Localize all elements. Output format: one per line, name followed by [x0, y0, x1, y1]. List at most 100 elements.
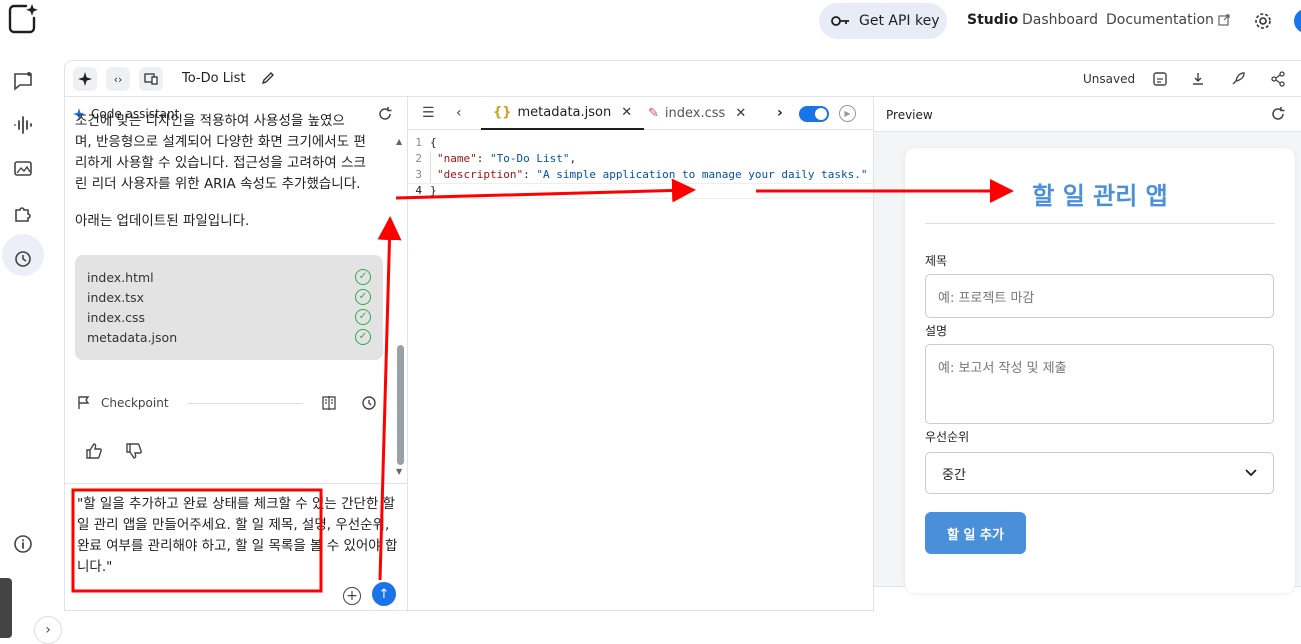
line-number: 2 [415, 152, 422, 165]
preview-toggle[interactable] [799, 106, 829, 122]
tab-label: metadata.json [517, 105, 612, 120]
expand-sidebar-chevron-icon[interactable]: › [34, 616, 62, 644]
json-value: "To-Do List" [490, 152, 570, 165]
nav-studio[interactable]: Studio [967, 12, 1018, 28]
code-line: 1 { [408, 135, 873, 151]
sparkle-mode-button[interactable] [73, 67, 97, 91]
workspace: ‹› To-Do List Unsaved Code assistant 조건에… [64, 60, 1301, 612]
check-circle-icon: ✓ [355, 329, 371, 345]
line-number: 4 [415, 184, 422, 197]
prompt-input[interactable]: "할 일을 추가하고 완료 상태를 체크할 수 있는 간단한 할 일 관리 앱을… [77, 494, 399, 578]
device-view-button[interactable] [139, 67, 163, 91]
file-row[interactable]: index.css ✓ [87, 307, 371, 327]
code-content[interactable]: 1 { 2 "name": "To-Do List", 3 "descripti… [408, 135, 873, 199]
restore-history-icon[interactable] [361, 395, 377, 411]
response-line: 린 리더 사용자를 위한 ARIA 속성도 추가했습니다. [75, 176, 361, 192]
send-arrow-up-button[interactable]: ↑ [372, 582, 396, 606]
thumbs-up-icon[interactable] [85, 442, 103, 460]
json-sep: : [523, 168, 537, 181]
add-todo-button[interactable]: 할 일 추가 [925, 512, 1026, 554]
get-api-key-label: Get API key [859, 13, 940, 29]
studio-logo-icon[interactable] [6, 2, 38, 34]
code-line: 2 "name": "To-Do List", [408, 151, 873, 167]
file-name: metadata.json [87, 329, 178, 345]
file-list-menu-icon[interactable]: ☰ [422, 105, 435, 121]
chevron-right-icon[interactable]: › [777, 105, 783, 121]
run-play-icon[interactable]: ▶ [839, 105, 856, 122]
close-tab-icon[interactable]: ✕ [735, 106, 746, 121]
css-pen-icon: ✎ [648, 106, 659, 121]
chat-prompt-icon[interactable] [12, 70, 34, 92]
key-icon [831, 16, 849, 26]
check-circle-icon: ✓ [355, 269, 371, 285]
scroll-thumb[interactable] [397, 345, 404, 465]
refresh-preview-icon[interactable] [1270, 106, 1286, 122]
save-status: Unsaved [1083, 72, 1136, 86]
preview-canvas: 할 일 관리 앱 제목 예: 프로젝트 마감 설명 예: 보고서 작성 및 제출… [874, 131, 1301, 593]
nav-dashboard[interactable]: Dashboard [1022, 12, 1098, 28]
flag-icon [78, 396, 90, 409]
deploy-rocket-icon[interactable] [1230, 71, 1246, 87]
add-attachment-plus-icon[interactable]: + [343, 587, 361, 605]
file-name: index.html [87, 269, 154, 285]
sparkle-icon [78, 72, 92, 86]
code-text: } [430, 183, 437, 199]
share-icon[interactable] [1270, 71, 1286, 87]
prompt-input-area[interactable]: "할 일을 추가하고 완료 상태를 체크할 수 있는 간단한 할 일 관리 앱을… [65, 483, 407, 612]
title-input[interactable]: 예: 프로젝트 마감 [925, 274, 1274, 318]
open-brace: { [430, 136, 437, 149]
description-label: 설명 [925, 324, 948, 338]
tab-index-css[interactable]: ✎ index.css ✕ [648, 97, 746, 130]
heading-divider [925, 223, 1275, 224]
response-paragraph: 조건에 맞는 디자인을 적용하여 사용성을 높였으 며, 반응형으로 설계되어 … [75, 111, 381, 195]
title-label: 제목 [925, 254, 948, 268]
json-value: "A simple application to manage your dai… [536, 168, 868, 181]
code-view-button[interactable]: ‹› [106, 67, 130, 91]
thumbs-down-icon[interactable] [125, 442, 143, 460]
history-icon[interactable] [12, 248, 34, 270]
edit-title-pencil-icon[interactable] [261, 71, 275, 85]
info-icon[interactable] [12, 533, 34, 555]
scroll-up-arrow-icon[interactable]: ▲ [396, 137, 402, 146]
response-line: 며, 반응형으로 설계되어 다양한 화면 크기에서도 편 [75, 134, 366, 150]
get-api-key-button[interactable]: Get API key [819, 3, 947, 39]
updated-files-list: index.html ✓ index.tsx ✓ index.css ✓ metada… [75, 255, 383, 360]
file-row[interactable]: index.html ✓ [87, 267, 371, 287]
audio-wave-icon[interactable] [12, 114, 34, 136]
top-bar: Get API key Studio Dashboard Documentati… [0, 0, 1301, 42]
compare-icon[interactable] [321, 395, 337, 411]
code-assistant-panel: Code assistant 조건에 맞는 디자인을 적용하여 사용성을 높였으… [65, 97, 408, 612]
file-name: index.tsx [87, 289, 144, 305]
chevron-left-icon[interactable]: ‹ [456, 105, 462, 121]
file-name: index.css [87, 309, 146, 325]
response-line: 조건에 맞는 디자인을 적용하여 사용성을 높였으 [75, 113, 345, 129]
feedback-buttons [85, 442, 143, 460]
devices-icon [144, 73, 158, 85]
tab-label: index.css [664, 106, 726, 121]
file-row[interactable]: metadata.json ✓ [87, 327, 371, 347]
priority-label: 우선순위 [925, 430, 970, 444]
line-number: 3 [415, 168, 422, 181]
save-to-drive-icon[interactable] [1152, 71, 1168, 87]
scroll-down-arrow-icon[interactable]: ▼ [396, 467, 402, 476]
download-icon[interactable] [1190, 71, 1206, 87]
puzzle-apps-icon[interactable] [12, 202, 34, 224]
response-line: 리하게 사용할 수 있습니다. 접근성을 고려하여 스크 [75, 155, 366, 171]
image-gallery-icon[interactable] [12, 158, 34, 180]
tab-metadata-json[interactable]: {} metadata.json ✕ [481, 97, 645, 130]
description-textarea[interactable]: 예: 보고서 작성 및 제출 [925, 344, 1274, 424]
assistant-scrollbar[interactable]: ▲ ▼ [396, 137, 404, 477]
external-link-icon [1218, 14, 1230, 26]
chevron-down-icon [1245, 469, 1257, 477]
file-row[interactable]: index.tsx ✓ [87, 287, 371, 307]
settings-gear-icon[interactable] [1253, 11, 1273, 31]
preview-title: Preview [886, 108, 933, 122]
close-tab-icon[interactable]: ✕ [621, 105, 632, 120]
close-brace: } [430, 184, 437, 197]
priority-select[interactable]: 중간 [925, 452, 1274, 494]
checkpoint-row: Checkpoint [77, 395, 377, 411]
nav-documentation[interactable]: Documentation [1106, 12, 1230, 28]
code-line: 3 "description": "A simple application t… [408, 167, 873, 183]
avatar[interactable] [1294, 9, 1301, 33]
rail-dark-tab[interactable] [0, 578, 12, 638]
